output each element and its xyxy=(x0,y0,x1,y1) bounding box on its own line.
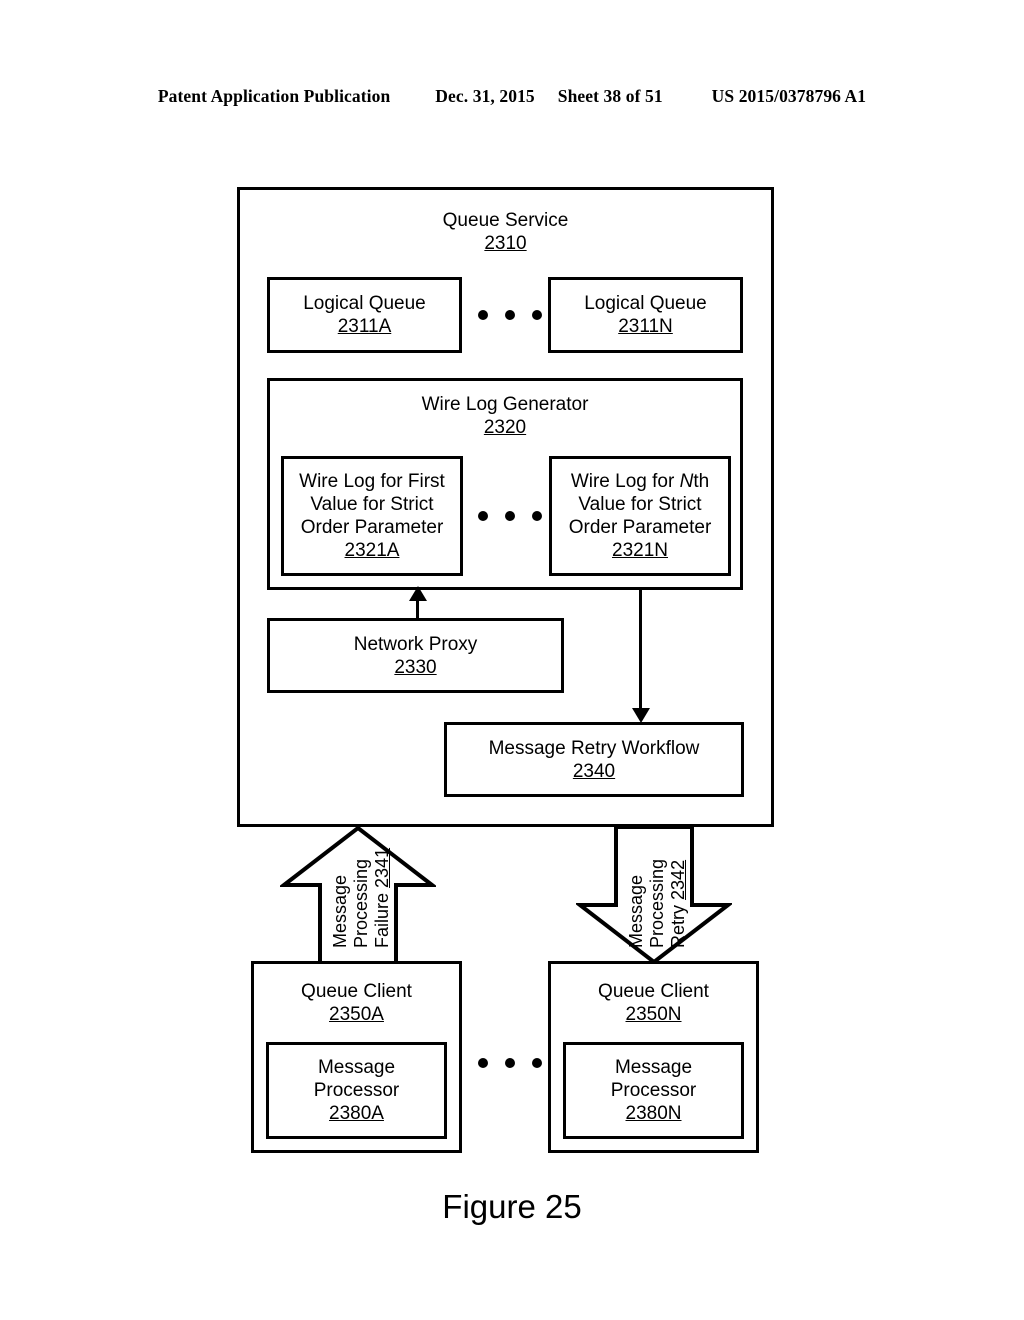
message-processor-a-line2: Processor xyxy=(313,1080,400,1101)
message-processor-a-box: Message Processor 2380A xyxy=(266,1042,447,1139)
queue-client-a-label: Queue Client xyxy=(301,981,412,1002)
failure-label-line1: Message xyxy=(330,874,350,948)
failure-label-line3: Failure xyxy=(372,892,392,948)
message-processor-n-line2: Processor xyxy=(610,1080,697,1101)
ellipsis-dot xyxy=(478,310,488,320)
wire-log-n-line1-suffix: th xyxy=(693,471,710,492)
message-processor-n-box: Message Processor 2380N xyxy=(563,1042,744,1139)
retry-label-line3: Retry xyxy=(668,904,688,948)
logical-queue-n-ref: 2311N xyxy=(618,316,673,337)
message-processor-a-line1: Message xyxy=(317,1057,396,1078)
wire-log-n-line1: Wire Log for Nth xyxy=(571,470,709,493)
retry-label-line3-group: Retry 2342 xyxy=(668,859,689,948)
ellipsis-dot xyxy=(532,1058,542,1068)
message-retry-workflow-label: Message Retry Workflow xyxy=(488,737,700,759)
message-processor-n-line1: Message xyxy=(614,1057,693,1078)
header-sheet-number: Sheet 38 of 51 xyxy=(557,86,663,106)
logical-queue-n-label: Logical Queue xyxy=(584,293,707,314)
header-publication-title: Patent Application Publication xyxy=(157,86,391,106)
wire-log-nth-value-box: Wire Log for Nth Value for Strict Order … xyxy=(549,456,731,576)
network-proxy-box: Network Proxy 2330 xyxy=(267,618,564,693)
wire-log-n-line2: Value for Strict xyxy=(578,494,702,515)
ellipsis-dot xyxy=(505,310,515,320)
message-retry-workflow-box: Message Retry Workflow 2340 xyxy=(444,722,744,797)
wire-log-a-ref: 2321A xyxy=(344,540,400,561)
arrow-label-message-processing-failure: Message Processing Failure 2341 xyxy=(330,848,393,948)
wire-log-generator-label: Wire Log Generator xyxy=(421,394,589,415)
queue-client-n-ref: 2350N xyxy=(625,1004,682,1025)
queue-client-a-ref: 2350A xyxy=(329,1004,384,1025)
logical-queue-n-box: Logical Queue 2311N xyxy=(548,277,743,353)
wire-log-first-value-box: Wire Log for First Value for Strict Orde… xyxy=(281,456,463,576)
retry-label-ref: 2342 xyxy=(668,859,688,900)
connector-line xyxy=(639,590,642,710)
retry-label-line1: Message xyxy=(626,874,646,948)
page-header: Patent Application Publication Dec. 31, … xyxy=(0,86,1024,107)
arrow-label-message-processing-retry: Message Processing Retry 2342 xyxy=(626,859,689,948)
retry-label-line2: Processing xyxy=(647,858,667,948)
message-processor-a-ref: 2380A xyxy=(329,1103,384,1124)
ellipsis-dot xyxy=(532,511,542,521)
queue-client-n-label: Queue Client xyxy=(598,981,709,1002)
queue-service-label: Queue Service xyxy=(442,210,569,231)
wire-log-n-ref: 2321N xyxy=(612,540,668,561)
logical-queue-a-box: Logical Queue 2311A xyxy=(267,277,462,353)
ellipsis-queue-clients xyxy=(478,1058,542,1068)
ellipsis-logical-queues xyxy=(478,310,542,320)
wire-log-a-line2: Value for Strict xyxy=(310,494,434,515)
failure-label-line2: Processing xyxy=(351,858,371,948)
message-processor-n-ref: 2380N xyxy=(625,1103,682,1124)
ellipsis-dot xyxy=(532,310,542,320)
ellipsis-dot xyxy=(505,511,515,521)
logical-queue-a-ref: 2311A xyxy=(337,316,392,337)
failure-label-ref: 2341 xyxy=(372,847,392,888)
ellipsis-dot xyxy=(505,1058,515,1068)
header-date: Dec. 31, 2015 xyxy=(435,86,535,106)
wire-log-generator-ref: 2320 xyxy=(483,417,527,438)
wire-log-a-line3: Order Parameter xyxy=(300,517,444,538)
wire-log-a-line1: Wire Log for First xyxy=(299,471,445,492)
wire-log-n-line1-prefix: Wire Log for xyxy=(570,471,680,492)
message-retry-workflow-ref: 2340 xyxy=(572,760,616,782)
ellipsis-dot xyxy=(478,511,488,521)
network-proxy-label: Network Proxy xyxy=(353,633,478,655)
arrowhead-down-icon xyxy=(632,708,650,723)
wire-log-n-line3: Order Parameter xyxy=(568,517,712,538)
queue-service-ref: 2310 xyxy=(484,233,527,254)
figure-caption: Figure 25 xyxy=(442,1188,582,1225)
header-patent-number: US 2015/0378796 A1 xyxy=(711,86,867,106)
failure-label-line3-group: Failure 2341 xyxy=(372,848,393,948)
arrowhead-up-icon xyxy=(409,586,427,601)
logical-queue-a-label: Logical Queue xyxy=(303,293,426,314)
network-proxy-ref: 2330 xyxy=(394,656,437,678)
ellipsis-wire-logs xyxy=(478,511,542,521)
wire-log-n-line1-italic-n: N xyxy=(679,471,694,492)
ellipsis-dot xyxy=(478,1058,488,1068)
